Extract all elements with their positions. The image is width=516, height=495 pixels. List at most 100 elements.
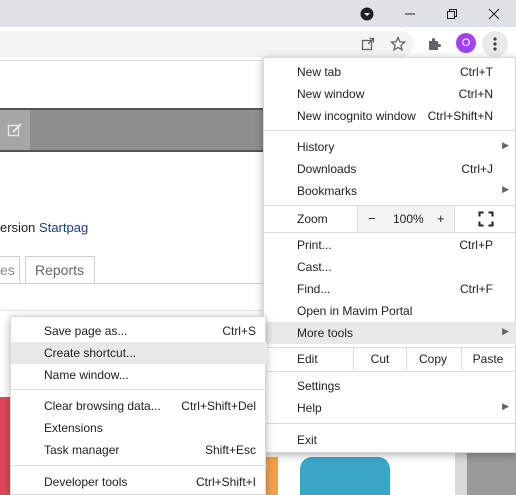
menu-item-shortcut: Ctrl+F: [460, 282, 493, 296]
submenu-item-label: Clear browsing data...: [44, 399, 161, 413]
menu-item-shortcut: Ctrl+N: [458, 87, 493, 101]
menu-item-more-tools[interactable]: More tools ▶: [264, 322, 516, 344]
menu-item-shortcut: Ctrl+T: [460, 65, 493, 79]
menu-item-print[interactable]: Print... Ctrl+P: [264, 234, 516, 256]
menu-item-label: Downloads: [297, 162, 357, 176]
profile-avatar[interactable]: O: [456, 33, 476, 53]
puzzle-icon: [429, 38, 441, 50]
menu-separator: [264, 232, 516, 233]
menu-item-label: Exit: [297, 433, 318, 447]
chevron-right-icon: ▶: [502, 184, 509, 194]
menu-item-label: Settings: [297, 379, 341, 393]
menu-item-open-in-mavim-portal[interactable]: Open in Mavim Portal: [264, 300, 516, 322]
menu-item-label: History: [297, 140, 335, 154]
startpage-link[interactable]: Startpag: [39, 220, 88, 235]
menu-item-downloads[interactable]: Downloads Ctrl+J: [264, 158, 516, 180]
open-in-app-button[interactable]: [356, 32, 380, 56]
menu-separator: [264, 423, 516, 424]
title-bar: [0, 0, 516, 27]
chrome-menu-button[interactable]: [482, 31, 508, 57]
chevron-right-icon: ▶: [502, 401, 509, 411]
menu-item-label: Find...: [297, 282, 331, 296]
submenu-separator: [11, 389, 267, 390]
submenu-item-label: Extensions: [44, 421, 103, 435]
menu-item-shortcut: Ctrl+Shift+N: [427, 109, 493, 123]
open-external-icon: [361, 37, 375, 51]
page-tab-partial[interactable]: es: [0, 256, 20, 284]
dropdown-icon: [360, 7, 374, 20]
chevron-right-icon: ▶: [502, 326, 509, 336]
submenu-item-extensions[interactable]: Extensions: [11, 417, 267, 439]
menu-item-find[interactable]: Find... Ctrl+F: [264, 278, 516, 300]
menu-separator: [264, 371, 516, 372]
submenu-item-create-shortcut[interactable]: Create shortcut...: [11, 342, 267, 364]
submenu-item-label: Task manager: [44, 443, 120, 457]
submenu-item-label: Create shortcut...: [44, 346, 137, 360]
chrome-main-menu: New tab Ctrl+T New window Ctrl+N New inc…: [263, 57, 516, 453]
menu-item-label: New tab: [297, 65, 342, 79]
zoom-label: Zoom: [297, 212, 328, 226]
page-header-band: [0, 108, 290, 152]
menu-item-label: New window: [297, 87, 365, 101]
bookmark-star-button[interactable]: [386, 32, 410, 56]
menu-item-new-incognito-window[interactable]: New incognito window Ctrl+Shift+N: [264, 105, 516, 127]
menu-item-shortcut: Ctrl+J: [461, 162, 493, 176]
submenu-item-label: Save page as...: [44, 324, 128, 338]
menu-item-label: New incognito window: [297, 109, 416, 123]
copy-button[interactable]: Copy: [406, 348, 459, 370]
submenu-item-shortcut: Ctrl+S: [222, 324, 256, 338]
more-tools-submenu: Save page as... Ctrl+S Create shortcut..…: [10, 316, 267, 495]
browser-toolbar: O: [0, 27, 516, 61]
submenu-item-clear-browsing-data[interactable]: Clear browsing data... Ctrl+Shift+Del: [11, 395, 267, 417]
address-bar[interactable]: [0, 31, 414, 57]
fullscreen-icon[interactable]: [478, 211, 494, 227]
kebab-menu-icon: [493, 37, 497, 51]
submenu-item-shortcut: Shift+Esc: [204, 443, 256, 457]
menu-item-label: Help: [297, 401, 322, 415]
menu-item-label: Open in Mavim Portal: [297, 304, 413, 318]
minimize-button[interactable]: [390, 0, 430, 27]
menu-item-exit[interactable]: Exit: [264, 429, 516, 451]
menu-item-new-tab[interactable]: New tab Ctrl+T: [264, 61, 516, 83]
page-tab-reports[interactable]: Reports: [25, 256, 95, 284]
submenu-item-developer-tools[interactable]: Developer tools Ctrl+Shift+I: [11, 471, 267, 493]
submenu-item-label: Developer tools: [44, 475, 128, 489]
menu-zoom-row: Zoom − 100% +: [264, 206, 516, 232]
chevron-right-icon: ▶: [502, 140, 509, 150]
menu-edit-row: Edit Cut Copy Paste: [264, 348, 516, 370]
close-button[interactable]: [474, 0, 514, 27]
menu-item-label: Print...: [297, 238, 332, 252]
tab-search-button[interactable]: [347, 0, 387, 27]
app-tile-teal[interactable]: [300, 457, 390, 495]
zoom-controls: − 100% +: [357, 206, 455, 232]
menu-item-settings[interactable]: Settings: [264, 375, 516, 397]
app-tile-red[interactable]: [0, 397, 10, 495]
menu-item-cast[interactable]: Cast...: [264, 256, 516, 278]
submenu-item-task-manager[interactable]: Task manager Shift+Esc: [11, 439, 267, 461]
menu-item-bookmarks[interactable]: Bookmarks ▶: [264, 180, 516, 202]
paste-button[interactable]: Paste: [461, 348, 514, 370]
zoom-in-button[interactable]: +: [437, 211, 445, 226]
version-text: ersion: [0, 220, 40, 235]
page-version-text: ersion Startpag: [0, 220, 88, 235]
menu-separator: [264, 130, 516, 131]
submenu-item-shortcut: Ctrl+Shift+I: [195, 475, 256, 489]
submenu-item-name-window[interactable]: Name window...: [11, 364, 267, 386]
app-tile-orange[interactable]: [266, 457, 278, 495]
menu-item-new-window[interactable]: New window Ctrl+N: [264, 83, 516, 105]
edit-icon: [7, 123, 22, 137]
zoom-out-button[interactable]: −: [368, 211, 376, 226]
minimize-icon: [405, 13, 415, 14]
edit-button[interactable]: [0, 110, 30, 150]
close-icon: [488, 8, 500, 19]
menu-item-help[interactable]: Help ▶: [264, 397, 516, 419]
menu-item-label: More tools: [297, 326, 354, 340]
tab-underline: [0, 283, 290, 284]
submenu-item-save-page-as[interactable]: Save page as... Ctrl+S: [11, 320, 267, 342]
menu-item-history[interactable]: History ▶: [264, 136, 516, 158]
submenu-separator: [11, 465, 267, 466]
cut-button[interactable]: Cut: [353, 348, 406, 370]
restore-button[interactable]: [432, 0, 472, 27]
content-divider: [0, 310, 290, 311]
extensions-button[interactable]: [422, 32, 446, 56]
